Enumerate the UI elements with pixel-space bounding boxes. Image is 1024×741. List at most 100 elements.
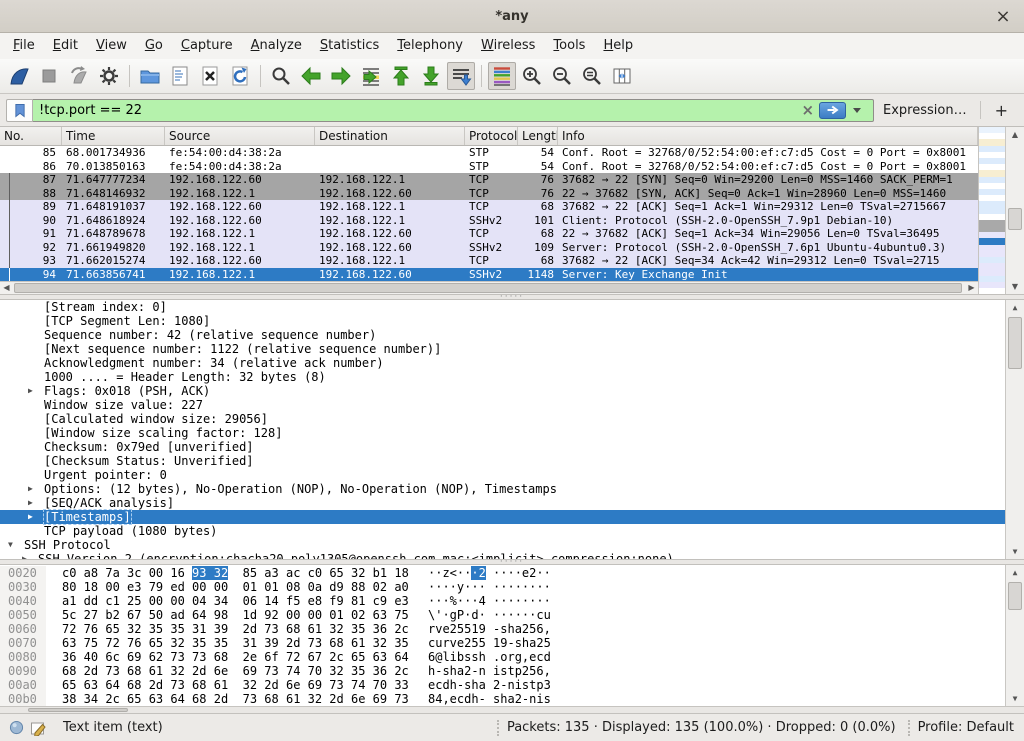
hscroll-thumb[interactable] xyxy=(14,283,962,293)
close-window-button[interactable]: × xyxy=(992,5,1014,27)
reload-button[interactable] xyxy=(226,62,254,90)
detail-line[interactable]: Acknowledgment number: 34 (relative ack … xyxy=(0,356,1005,370)
colorize-button[interactable] xyxy=(488,62,516,90)
capture-comment-button[interactable] xyxy=(27,718,49,738)
filter-apply-button[interactable] xyxy=(819,102,846,119)
packet-list-hscrollbar[interactable]: ◀ ▶ xyxy=(0,281,978,294)
add-filter-button[interactable]: + xyxy=(985,101,1018,120)
resize-columns-button[interactable] xyxy=(608,62,636,90)
go-last-button[interactable] xyxy=(417,62,445,90)
menu-statistics[interactable]: Statistics xyxy=(311,33,388,59)
hex-line[interactable]: 009068 2d 73 68 61 32 2d 6e 69 73 74 70 … xyxy=(0,664,1005,678)
intelligent-scrollbar-minimap[interactable] xyxy=(978,127,1005,294)
find-packet-button[interactable] xyxy=(267,62,295,90)
hex-line[interactable]: 0020c0 a8 7a 3c 00 16 93 32 85 a3 ac c0 … xyxy=(0,566,1005,580)
vscroll-thumb[interactable] xyxy=(1008,208,1022,230)
packet-list-vscrollbar[interactable]: ▲ ▼ xyxy=(1005,127,1024,294)
bytes-vscrollbar[interactable]: ▲ ▼ xyxy=(1005,565,1024,706)
detail-line[interactable]: ▶Flags: 0x018 (PSH, ACK) xyxy=(0,384,1005,398)
packet-row[interactable]: 8971.648191037192.168.122.60192.168.122.… xyxy=(0,200,978,214)
detail-line[interactable]: [Window size scaling factor: 128] xyxy=(0,426,1005,440)
hscroll-thumb[interactable] xyxy=(28,708,128,712)
column-header-length[interactable]: Length xyxy=(518,127,558,145)
menu-view[interactable]: View xyxy=(87,33,136,59)
packet-row[interactable]: 8670.013850163fe:54:00:d4:38:2aSTP54Conf… xyxy=(0,160,978,174)
hex-line[interactable]: 00b038 34 2c 65 63 64 68 2d 73 68 61 32 … xyxy=(0,692,1005,706)
detail-line[interactable]: ▼SSH Protocol xyxy=(0,538,1005,552)
expression-button[interactable]: Expression… xyxy=(874,103,976,118)
detail-line[interactable]: ▶[Timestamps] xyxy=(0,510,1005,524)
column-header-destination[interactable]: Destination xyxy=(315,127,465,145)
detail-line[interactable]: ▶SSH Version 2 (encryption:chacha20-poly… xyxy=(0,552,1005,559)
packet-row[interactable]: 8771.647777234192.168.122.60192.168.122.… xyxy=(0,173,978,187)
detail-line[interactable]: Urgent pointer: 0 xyxy=(0,468,1005,482)
filter-clear-button[interactable]: × xyxy=(796,101,819,119)
detail-line[interactable]: [Calculated window size: 29056] xyxy=(0,412,1005,426)
packet-row[interactable]: 8871.648146932192.168.122.1192.168.122.6… xyxy=(0,187,978,201)
filter-bookmark-button[interactable] xyxy=(6,99,33,122)
menu-analyze[interactable]: Analyze xyxy=(242,33,311,59)
hex-line[interactable]: 003080 18 00 e3 79 ed 00 00 01 01 08 0a … xyxy=(0,580,1005,594)
detail-line[interactable]: [Stream index: 0] xyxy=(0,300,1005,314)
hex-line[interactable]: 00a065 63 64 68 2d 73 68 61 32 2d 6e 69 … xyxy=(0,678,1005,692)
hex-line[interactable]: 006072 76 65 32 35 35 31 39 2d 73 68 61 … xyxy=(0,622,1005,636)
packet-row[interactable]: 9471.663856741192.168.122.1192.168.122.6… xyxy=(0,268,978,282)
detail-line[interactable]: [Checksum Status: Unverified] xyxy=(0,454,1005,468)
auto-scroll-button[interactable] xyxy=(447,62,475,90)
detail-line[interactable]: Window size value: 227 xyxy=(0,398,1005,412)
column-header-protocol[interactable]: Protocol xyxy=(465,127,518,145)
detail-line[interactable]: ▶[SEQ/ACK analysis] xyxy=(0,496,1005,510)
column-header-info[interactable]: Info xyxy=(558,127,978,145)
detail-line[interactable]: ▶Options: (12 bytes), No-Operation (NOP)… xyxy=(0,482,1005,496)
bytes-hscrollbar[interactable] xyxy=(0,706,1024,713)
column-header-time[interactable]: Time xyxy=(62,127,165,145)
detail-line[interactable]: Sequence number: 42 (relative sequence n… xyxy=(0,328,1005,342)
menu-tools[interactable]: Tools xyxy=(544,33,594,59)
menu-help[interactable]: Help xyxy=(594,33,642,59)
hex-line[interactable]: 0040a1 dd c1 25 00 00 04 34 06 14 f5 e8 … xyxy=(0,594,1005,608)
packet-row[interactable]: 9271.661949820192.168.122.1192.168.122.6… xyxy=(0,241,978,255)
filter-history-dropdown[interactable] xyxy=(853,108,861,113)
menu-wireless[interactable]: Wireless xyxy=(472,33,544,59)
menu-capture[interactable]: Capture xyxy=(172,33,242,59)
zoom-reset-button[interactable] xyxy=(578,62,606,90)
packet-row[interactable]: 9171.648789678192.168.122.1192.168.122.6… xyxy=(0,227,978,241)
filter-input[interactable]: !tcp.port == 22 × xyxy=(33,99,874,122)
expert-info-button[interactable] xyxy=(5,718,27,738)
go-first-button[interactable] xyxy=(387,62,415,90)
zoom-in-button[interactable] xyxy=(518,62,546,90)
menu-edit[interactable]: Edit xyxy=(44,33,87,59)
packet-row[interactable]: 9071.648618924192.168.122.60192.168.122.… xyxy=(0,214,978,228)
close-file-button[interactable] xyxy=(196,62,224,90)
expander-icon[interactable]: ▼ xyxy=(8,538,24,552)
go-forward-button[interactable] xyxy=(327,62,355,90)
open-file-button[interactable] xyxy=(136,62,164,90)
stop-capture-button[interactable] xyxy=(35,62,63,90)
detail-line[interactable]: [TCP Segment Len: 1080] xyxy=(0,314,1005,328)
packet-row[interactable]: 9371.662015274192.168.122.60192.168.122.… xyxy=(0,254,978,268)
details-vscrollbar[interactable]: ▲ ▼ xyxy=(1005,300,1024,559)
vscroll-thumb[interactable] xyxy=(1008,582,1022,610)
go-to-packet-button[interactable] xyxy=(357,62,385,90)
expander-icon[interactable]: ▶ xyxy=(28,384,44,398)
menu-go[interactable]: Go xyxy=(136,33,172,59)
packet-row[interactable]: 8568.001734936fe:54:00:d4:38:2aSTP54Conf… xyxy=(0,146,978,160)
detail-line[interactable]: Checksum: 0x79ed [unverified] xyxy=(0,440,1005,454)
capture-options-button[interactable] xyxy=(95,62,123,90)
expander-icon[interactable]: ▶ xyxy=(28,496,44,510)
start-capture-button[interactable] xyxy=(5,62,33,90)
restart-capture-button[interactable] xyxy=(65,62,93,90)
expander-icon[interactable]: ▶ xyxy=(28,482,44,496)
menu-file[interactable]: File xyxy=(4,33,44,59)
detail-line[interactable]: 1000 .... = Header Length: 32 bytes (8) xyxy=(0,370,1005,384)
zoom-out-button[interactable] xyxy=(548,62,576,90)
menu-telephony[interactable]: Telephony xyxy=(388,33,472,59)
column-header-no[interactable]: No. xyxy=(0,127,62,145)
expander-icon[interactable]: ▶ xyxy=(28,510,44,524)
hex-line[interactable]: 00505c 27 b2 67 50 ad 64 98 1d 92 00 00 … xyxy=(0,608,1005,622)
detail-line[interactable]: [Next sequence number: 1122 (relative se… xyxy=(0,342,1005,356)
hex-line[interactable]: 008036 40 6c 69 62 73 73 68 2e 6f 72 67 … xyxy=(0,650,1005,664)
expander-icon[interactable]: ▶ xyxy=(22,552,38,559)
detail-line[interactable]: TCP payload (1080 bytes) xyxy=(0,524,1005,538)
save-file-button[interactable] xyxy=(166,62,194,90)
